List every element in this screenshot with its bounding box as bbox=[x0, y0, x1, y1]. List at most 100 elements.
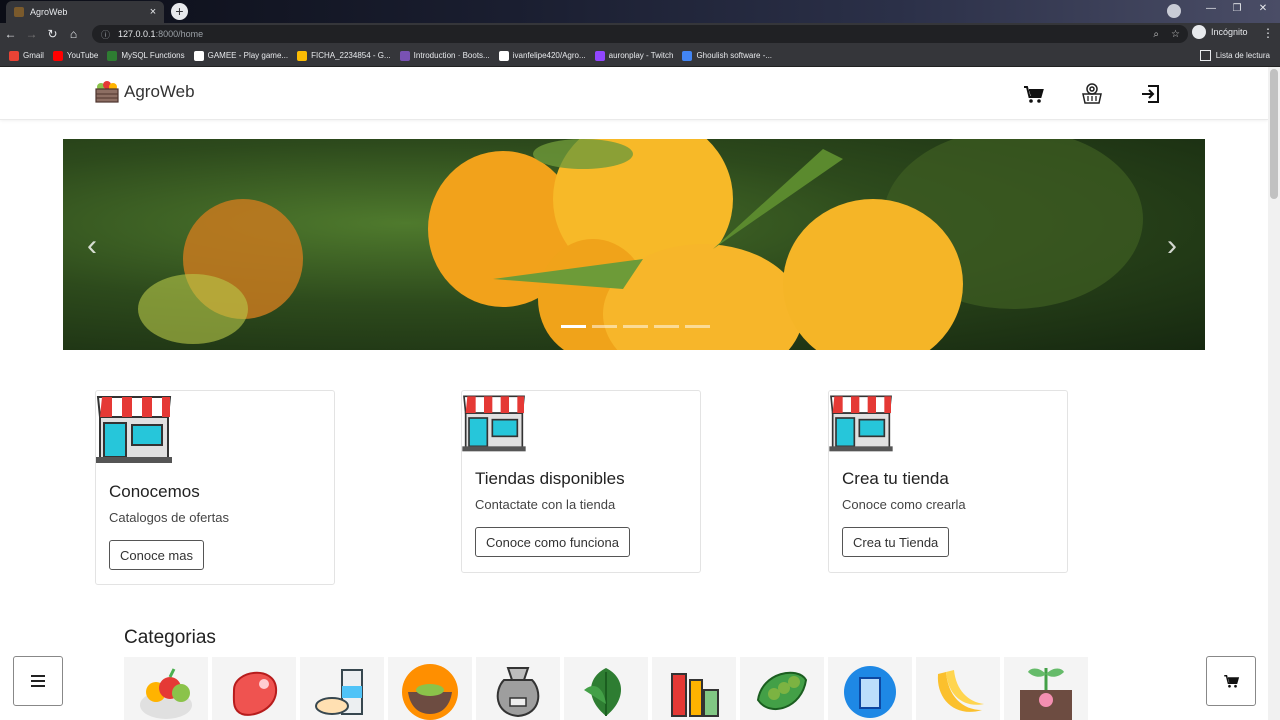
cart-icon bbox=[1224, 675, 1240, 688]
maximize-icon[interactable]: ❐ bbox=[1228, 3, 1246, 14]
bookmark-label: auronplay - Twitch bbox=[608, 51, 674, 60]
category-sprout[interactable] bbox=[1004, 657, 1088, 720]
bookmark-item[interactable]: Ghoulish software -... bbox=[682, 50, 773, 61]
carousel-indicator[interactable] bbox=[685, 325, 710, 328]
bookmark-item[interactable]: FICHA_2234854 - G... bbox=[297, 50, 391, 61]
page-scrollbar[interactable] bbox=[1268, 67, 1280, 720]
minimize-icon[interactable]: — bbox=[1202, 3, 1220, 14]
carousel-prev-icon[interactable]: ‹ bbox=[87, 229, 97, 263]
bookmark-label: YouTube bbox=[66, 51, 99, 60]
bookmark-label: FICHA_2234854 - G... bbox=[311, 51, 391, 60]
card-text: Catalogos de ofertas bbox=[109, 510, 229, 525]
brand[interactable]: AgroWeb bbox=[95, 81, 195, 103]
category-leaves[interactable] bbox=[564, 657, 648, 720]
incognito-icon bbox=[1192, 25, 1206, 39]
browser-tab[interactable]: AgroWeb × bbox=[6, 1, 164, 23]
profile-icon[interactable] bbox=[1167, 4, 1181, 18]
bookmark-favicon-icon bbox=[52, 50, 63, 61]
hamburger-menu-icon bbox=[31, 675, 45, 687]
bookmark-item[interactable]: YouTube bbox=[52, 50, 99, 61]
reload-icon[interactable]: ↻ bbox=[42, 27, 63, 41]
coffee-can-icon bbox=[844, 666, 896, 718]
category-meat[interactable] bbox=[212, 657, 296, 720]
card-title: Tiendas disponibles bbox=[475, 469, 625, 488]
bookmark-item[interactable]: Introduction · Boots... bbox=[399, 50, 490, 61]
bookmark-item[interactable]: Gmail bbox=[9, 50, 44, 61]
cart-fab-button[interactable] bbox=[1206, 656, 1256, 706]
flour-sack-icon bbox=[496, 667, 540, 718]
bookmark-favicon-icon bbox=[594, 50, 605, 61]
site-favicon-icon bbox=[14, 7, 24, 17]
window-close-icon[interactable]: ✕ bbox=[1254, 3, 1272, 14]
reading-list-icon bbox=[1199, 50, 1211, 61]
carousel-indicator[interactable] bbox=[623, 325, 648, 328]
card-title: Conocemos bbox=[109, 482, 200, 501]
bookmark-label: ivanfelipe420/Agro... bbox=[512, 51, 586, 60]
category-banana[interactable] bbox=[916, 657, 1000, 720]
card-conocemos: Conocemos Catalogos de ofertas Conoce ma… bbox=[95, 390, 335, 585]
bookmark-item[interactable]: MySQL Functions bbox=[107, 50, 185, 61]
store-icon bbox=[462, 395, 526, 452]
banana-icon bbox=[937, 670, 984, 712]
address-bar[interactable]: ⓘ 127.0.0.1 :8000/home ⌕ ☆ bbox=[92, 25, 1188, 43]
bookmark-label: MySQL Functions bbox=[121, 51, 185, 60]
category-coffee[interactable] bbox=[828, 657, 912, 720]
category-peas[interactable] bbox=[740, 657, 824, 720]
store-icon bbox=[829, 395, 893, 452]
forward-icon[interactable]: → bbox=[21, 27, 42, 41]
tab-close-icon[interactable]: × bbox=[146, 6, 160, 18]
bookmark-item[interactable]: auronplay - Twitch bbox=[594, 50, 674, 61]
basket-settings-icon[interactable] bbox=[1080, 82, 1104, 106]
browser-toolbar: ← → ↻ ⌂ ⓘ 127.0.0.1 :8000/home ⌕ ☆ Incóg… bbox=[0, 23, 1280, 45]
category-beverages[interactable] bbox=[652, 657, 736, 720]
home-icon[interactable]: ⌂ bbox=[63, 27, 84, 41]
leaves-icon bbox=[584, 668, 621, 716]
bookmark-favicon-icon bbox=[682, 50, 693, 61]
carousel-indicator[interactable] bbox=[592, 325, 617, 328]
bookmark-item[interactable]: GAMEE - Play game... bbox=[193, 50, 289, 61]
bookmark-favicon-icon bbox=[399, 50, 410, 61]
tab-title: AgroWeb bbox=[30, 7, 68, 17]
menu-fab-button[interactable] bbox=[13, 656, 63, 706]
url-path: :8000/home bbox=[155, 29, 204, 39]
crea-tu-tienda-button[interactable]: Crea tu Tienda bbox=[842, 527, 950, 557]
category-dairy[interactable] bbox=[300, 657, 384, 720]
scrollbar-thumb[interactable] bbox=[1270, 69, 1278, 199]
reading-list-label: Lista de lectura bbox=[1215, 51, 1270, 60]
conoce-como-funciona-button[interactable]: Conoce como funciona bbox=[475, 527, 630, 557]
card-text: Contactate con la tienda bbox=[475, 497, 616, 512]
category-fruits[interactable] bbox=[124, 657, 208, 720]
browser-menu-icon[interactable]: ⋮ bbox=[1262, 26, 1274, 40]
bookmark-label: GAMEE - Play game... bbox=[207, 51, 289, 60]
bookmarks-bar: Gmail YouTube MySQL Functions GAMEE - Play … bbox=[0, 45, 1280, 67]
bookmark-favicon-icon bbox=[9, 50, 19, 61]
peas-icon bbox=[756, 671, 808, 710]
incognito-label: Incógnito bbox=[1211, 27, 1248, 37]
carousel-indicators bbox=[561, 325, 710, 328]
card-crea-tu-tienda: Crea tu tienda Conoce como crearla Crea … bbox=[828, 390, 1068, 573]
bookmark-star-icon[interactable]: ☆ bbox=[1171, 29, 1180, 40]
conoce-mas-button[interactable]: Conoce mas bbox=[109, 540, 204, 570]
info-icon[interactable]: ⓘ bbox=[101, 28, 110, 41]
carousel-indicator[interactable] bbox=[654, 325, 679, 328]
card-tiendas-disponibles: Tiendas disponibles Contactate con la ti… bbox=[461, 390, 701, 573]
reading-list[interactable]: Lista de lectura bbox=[1199, 50, 1270, 61]
zoom-icon[interactable]: ⌕ bbox=[1153, 29, 1159, 40]
cart-icon[interactable] bbox=[1021, 82, 1045, 106]
url-host: 127.0.0.1 bbox=[118, 29, 156, 39]
carousel-next-icon[interactable]: › bbox=[1167, 229, 1177, 263]
category-grains[interactable] bbox=[388, 657, 472, 720]
brand-name: AgroWeb bbox=[124, 82, 195, 101]
bookmark-label: Ghoulish software -... bbox=[696, 51, 773, 60]
meat-icon bbox=[232, 671, 278, 716]
card-text: Conoce como crearla bbox=[842, 497, 966, 512]
new-tab-button[interactable]: + bbox=[171, 3, 188, 20]
sprout-icon bbox=[1020, 668, 1072, 720]
window-controls: — ❐ ✕ bbox=[1202, 3, 1272, 14]
login-icon[interactable] bbox=[1139, 82, 1163, 106]
bookmark-item[interactable]: ivanfelipe420/Agro... bbox=[498, 50, 586, 61]
category-flour[interactable] bbox=[476, 657, 560, 720]
back-icon[interactable]: ← bbox=[0, 27, 21, 41]
incognito-indicator[interactable]: Incógnito bbox=[1192, 25, 1248, 39]
carousel-indicator[interactable] bbox=[561, 325, 586, 328]
